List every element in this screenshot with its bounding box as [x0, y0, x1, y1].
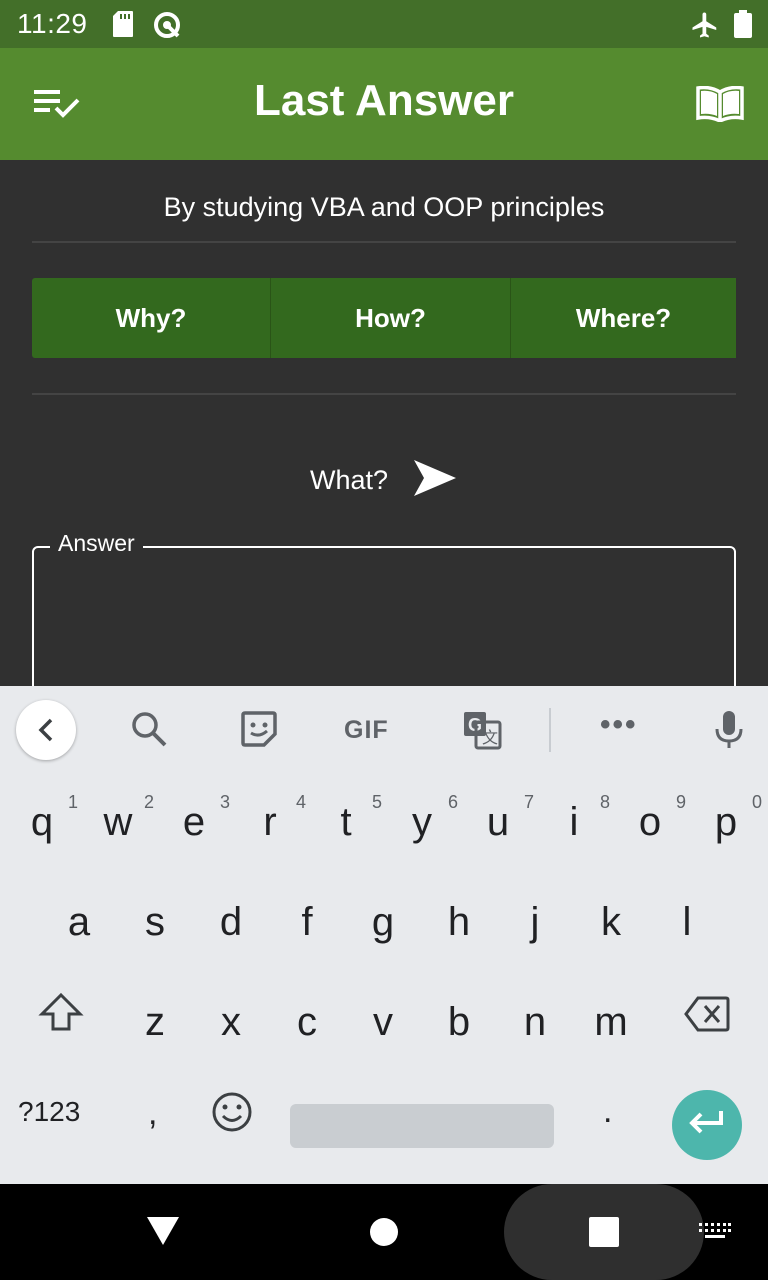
- status-time: 11:29: [17, 8, 88, 39]
- key-e[interactable]: 3e: [156, 774, 232, 870]
- key-l[interactable]: l: [649, 874, 725, 970]
- key-z[interactable]: z: [117, 974, 193, 1070]
- divider: [32, 393, 736, 395]
- key-v[interactable]: v: [345, 974, 421, 1070]
- question-text: By studying VBA and OOP principles: [163, 192, 605, 222]
- what-row[interactable]: What?: [0, 458, 768, 503]
- answer-field[interactable]: Answer: [32, 530, 736, 686]
- sticker-icon[interactable]: [240, 710, 278, 753]
- key-f[interactable]: f: [269, 874, 345, 970]
- toolbar-separator: [549, 708, 551, 752]
- key-g[interactable]: g: [345, 874, 421, 970]
- back-icon[interactable]: [16, 700, 76, 760]
- enter-button[interactable]: [672, 1090, 742, 1160]
- spacebar[interactable]: [290, 1104, 554, 1148]
- key-m[interactable]: m: [573, 974, 649, 1070]
- key-a[interactable]: a: [41, 874, 117, 970]
- key-x[interactable]: x: [193, 974, 269, 1070]
- key-o[interactable]: 9o: [612, 774, 688, 870]
- keyboard: GIF G文 ••• 1q 2w 3e 4r 5t 6y 7u 8i 9o 0p…: [0, 686, 768, 1184]
- main-content: By studying VBA and OOP principles Why? …: [0, 160, 768, 686]
- key-s[interactable]: s: [117, 874, 193, 970]
- mic-icon[interactable]: [714, 710, 744, 755]
- battery-icon: [734, 10, 752, 43]
- key-n[interactable]: n: [497, 974, 573, 1070]
- back-triangle-icon[interactable]: [146, 1216, 180, 1251]
- key-k[interactable]: k: [573, 874, 649, 970]
- how-button[interactable]: How?: [271, 278, 511, 358]
- key-y[interactable]: 6y: [384, 774, 460, 870]
- key-w[interactable]: 2w: [80, 774, 156, 870]
- key-q[interactable]: 1q: [4, 774, 80, 870]
- comma-key[interactable]: ,: [148, 1094, 157, 1133]
- key-t[interactable]: 5t: [308, 774, 384, 870]
- symbols-key[interactable]: ?123: [18, 1096, 80, 1128]
- enter-icon: [687, 1109, 727, 1142]
- sd-card-icon: [112, 10, 134, 43]
- where-button[interactable]: Where?: [511, 278, 736, 358]
- key-u[interactable]: 7u: [460, 774, 536, 870]
- period-key[interactable]: .: [603, 1092, 612, 1131]
- key-d[interactable]: d: [193, 874, 269, 970]
- key-i[interactable]: 8i: [536, 774, 612, 870]
- key-j[interactable]: j: [497, 874, 573, 970]
- status-bar: 11:29: [0, 0, 768, 48]
- key-r[interactable]: 4r: [232, 774, 308, 870]
- gif-button[interactable]: GIF: [344, 716, 389, 745]
- page-title: Last Answer: [253, 76, 514, 125]
- airplane-mode-icon: [690, 10, 720, 45]
- key-p[interactable]: 0p: [688, 774, 764, 870]
- what-label: What?: [309, 465, 389, 495]
- keyboard-toolbar: GIF G文 •••: [0, 686, 768, 774]
- keyboard-switch-icon[interactable]: [698, 1222, 732, 1249]
- backspace-icon[interactable]: [684, 996, 730, 1037]
- book-open-icon[interactable]: [696, 85, 744, 127]
- nav-bar: [0, 1184, 768, 1280]
- key-h[interactable]: h: [421, 874, 497, 970]
- keyboard-keys: 1q 2w 3e 4r 5t 6y 7u 8i 9o 0p a s d f g …: [0, 774, 768, 1184]
- sync-icon: [152, 10, 182, 45]
- question-button-row: Why? How? Where?: [32, 278, 736, 358]
- search-icon[interactable]: [130, 710, 168, 753]
- svg-text:文: 文: [482, 729, 498, 747]
- send-icon[interactable]: [412, 458, 458, 503]
- emoji-icon[interactable]: [210, 1090, 254, 1139]
- answer-label: Answer: [50, 530, 143, 557]
- recents-square-icon[interactable]: [589, 1217, 619, 1252]
- more-icon[interactable]: •••: [600, 708, 638, 742]
- app-bar: Last Answer: [0, 48, 768, 160]
- translate-icon[interactable]: G文: [462, 710, 502, 755]
- key-c[interactable]: c: [269, 974, 345, 1070]
- why-button[interactable]: Why?: [32, 278, 271, 358]
- home-circle-icon[interactable]: [369, 1217, 399, 1252]
- divider: [32, 241, 736, 243]
- shift-icon[interactable]: [38, 992, 84, 1037]
- key-b[interactable]: b: [421, 974, 497, 1070]
